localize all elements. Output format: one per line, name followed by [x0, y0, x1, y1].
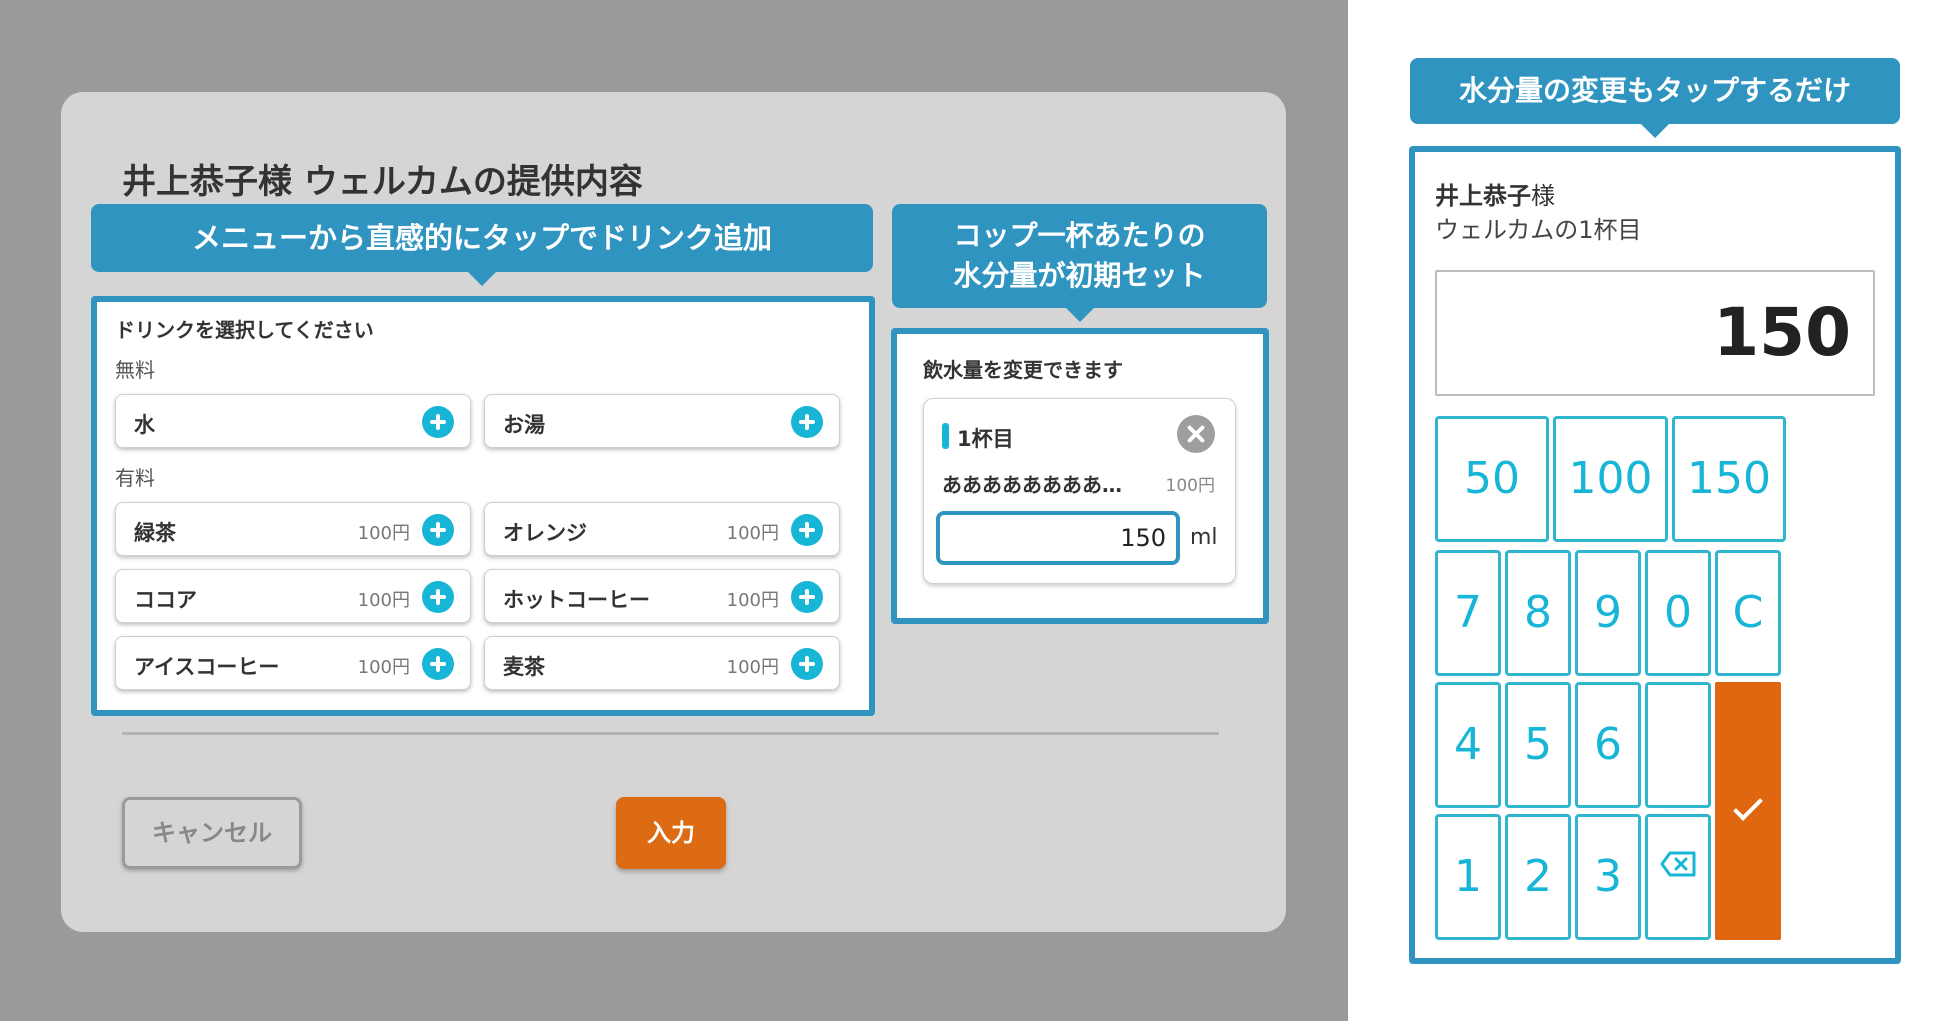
- patient-name: 井上恭子様: [1435, 176, 1555, 211]
- divider: [122, 732, 1219, 735]
- callout-water-line2: 水分量が初期セット: [953, 259, 1206, 292]
- close-icon[interactable]: [1177, 415, 1215, 453]
- welcome-modal: 井上恭子様 ウェルカムの提供内容 メニューから直感的にタップでドリンク追加 コッ…: [61, 92, 1286, 932]
- drink-button-hot-coffee[interactable]: ホットコーヒー 100円: [484, 569, 840, 623]
- drink-button-barley-tea[interactable]: 麦茶 100円: [484, 636, 840, 690]
- key-8[interactable]: 8: [1505, 550, 1571, 676]
- keypad-panel: 井上恭子様 ウェルカムの1杯目 150 50 100 150 7 8 9 0 C…: [1409, 146, 1901, 964]
- plus-icon[interactable]: [791, 406, 823, 438]
- enter-button[interactable]: [1715, 682, 1781, 940]
- key-5[interactable]: 5: [1505, 682, 1571, 808]
- drink-price: 100円: [357, 657, 410, 678]
- cup-drink-name: ああああああああ…: [942, 473, 1122, 497]
- drink-price: 100円: [726, 657, 779, 678]
- plus-icon[interactable]: [422, 581, 454, 613]
- water-amount-input[interactable]: 150: [936, 511, 1180, 565]
- preset-50-button[interactable]: 50: [1435, 416, 1549, 542]
- key-3[interactable]: 3: [1575, 814, 1641, 940]
- amount-display: 150: [1435, 270, 1875, 396]
- drink-price: 100円: [726, 590, 779, 611]
- drink-name: オレンジ: [503, 521, 587, 545]
- drink-button-green-tea[interactable]: 緑茶 100円: [115, 502, 471, 556]
- drink-name: 緑茶: [134, 521, 176, 545]
- backspace-button[interactable]: [1645, 814, 1711, 940]
- drink-button-water[interactable]: 水: [115, 394, 471, 448]
- drink-name: 麦茶: [503, 655, 545, 679]
- drink-button-cocoa[interactable]: ココア 100円: [115, 569, 471, 623]
- drink-price: 100円: [726, 523, 779, 544]
- plus-icon[interactable]: [422, 514, 454, 546]
- callout-keypad: 水分量の変更もタップするだけ: [1410, 58, 1900, 138]
- callout-water-preset: コップ一杯あたりの 水分量が初期セット: [892, 204, 1267, 322]
- drink-panel-heading: ドリンクを選択してください: [115, 318, 374, 342]
- blank-key: [1645, 682, 1711, 808]
- plus-icon[interactable]: [422, 648, 454, 680]
- free-section-label: 無料: [115, 358, 155, 382]
- cup-card: 1杯目 ああああああああ… 100円 150 ml: [923, 398, 1236, 584]
- drink-name: お湯: [503, 413, 545, 437]
- water-amount-panel: 飲水量を変更できます 1杯目 ああああああああ… 100円 150 ml: [891, 328, 1269, 624]
- drink-price: 100円: [357, 523, 410, 544]
- drink-button-hot-water[interactable]: お湯: [484, 394, 840, 448]
- display-value: 150: [1713, 294, 1851, 371]
- backspace-icon: [1660, 851, 1696, 877]
- clear-button[interactable]: C: [1715, 550, 1781, 676]
- plus-icon[interactable]: [791, 648, 823, 680]
- cup-subtitle: ウェルカムの1杯目: [1435, 216, 1642, 244]
- drink-name: ココア: [134, 588, 197, 612]
- callout-drink-menu: メニューから直感的にタップでドリンク追加: [91, 204, 873, 286]
- key-7[interactable]: 7: [1435, 550, 1501, 676]
- plus-icon[interactable]: [422, 406, 454, 438]
- drink-button-iced-coffee[interactable]: アイスコーヒー 100円: [115, 636, 471, 690]
- key-4[interactable]: 4: [1435, 682, 1501, 808]
- callout-water-line1: コップ一杯あたりの: [953, 219, 1206, 252]
- cup-price: 100円: [1165, 476, 1215, 496]
- plus-icon[interactable]: [791, 581, 823, 613]
- drink-name: ホットコーヒー: [503, 588, 650, 612]
- key-0[interactable]: 0: [1645, 550, 1711, 676]
- cancel-button[interactable]: キャンセル: [122, 797, 302, 869]
- key-2[interactable]: 2: [1505, 814, 1571, 940]
- check-icon: [1733, 791, 1763, 821]
- paid-section-label: 有料: [115, 466, 155, 490]
- modal-title: 井上恭子様 ウェルカムの提供内容: [122, 162, 643, 202]
- key-9[interactable]: 9: [1575, 550, 1641, 676]
- submit-button[interactable]: 入力: [616, 797, 726, 869]
- cup-title: 1杯目: [957, 427, 1014, 451]
- honorific: 様: [1531, 182, 1555, 210]
- patient-name-text: 井上恭子: [1435, 182, 1531, 210]
- key-1[interactable]: 1: [1435, 814, 1501, 940]
- drink-name: 水: [134, 413, 155, 437]
- drink-button-orange[interactable]: オレンジ 100円: [484, 502, 840, 556]
- cup-marker: [942, 423, 949, 449]
- key-6[interactable]: 6: [1575, 682, 1641, 808]
- preset-150-button[interactable]: 150: [1672, 416, 1786, 542]
- preset-100-button[interactable]: 100: [1553, 416, 1668, 542]
- plus-icon[interactable]: [791, 514, 823, 546]
- drink-price: 100円: [357, 590, 410, 611]
- drink-select-panel: ドリンクを選択してください 無料 水 お湯 有料 緑茶 100円 オレンジ 10…: [91, 296, 875, 716]
- water-panel-heading: 飲水量を変更できます: [923, 358, 1123, 382]
- drink-name: アイスコーヒー: [134, 655, 280, 679]
- amount-unit: ml: [1190, 525, 1218, 550]
